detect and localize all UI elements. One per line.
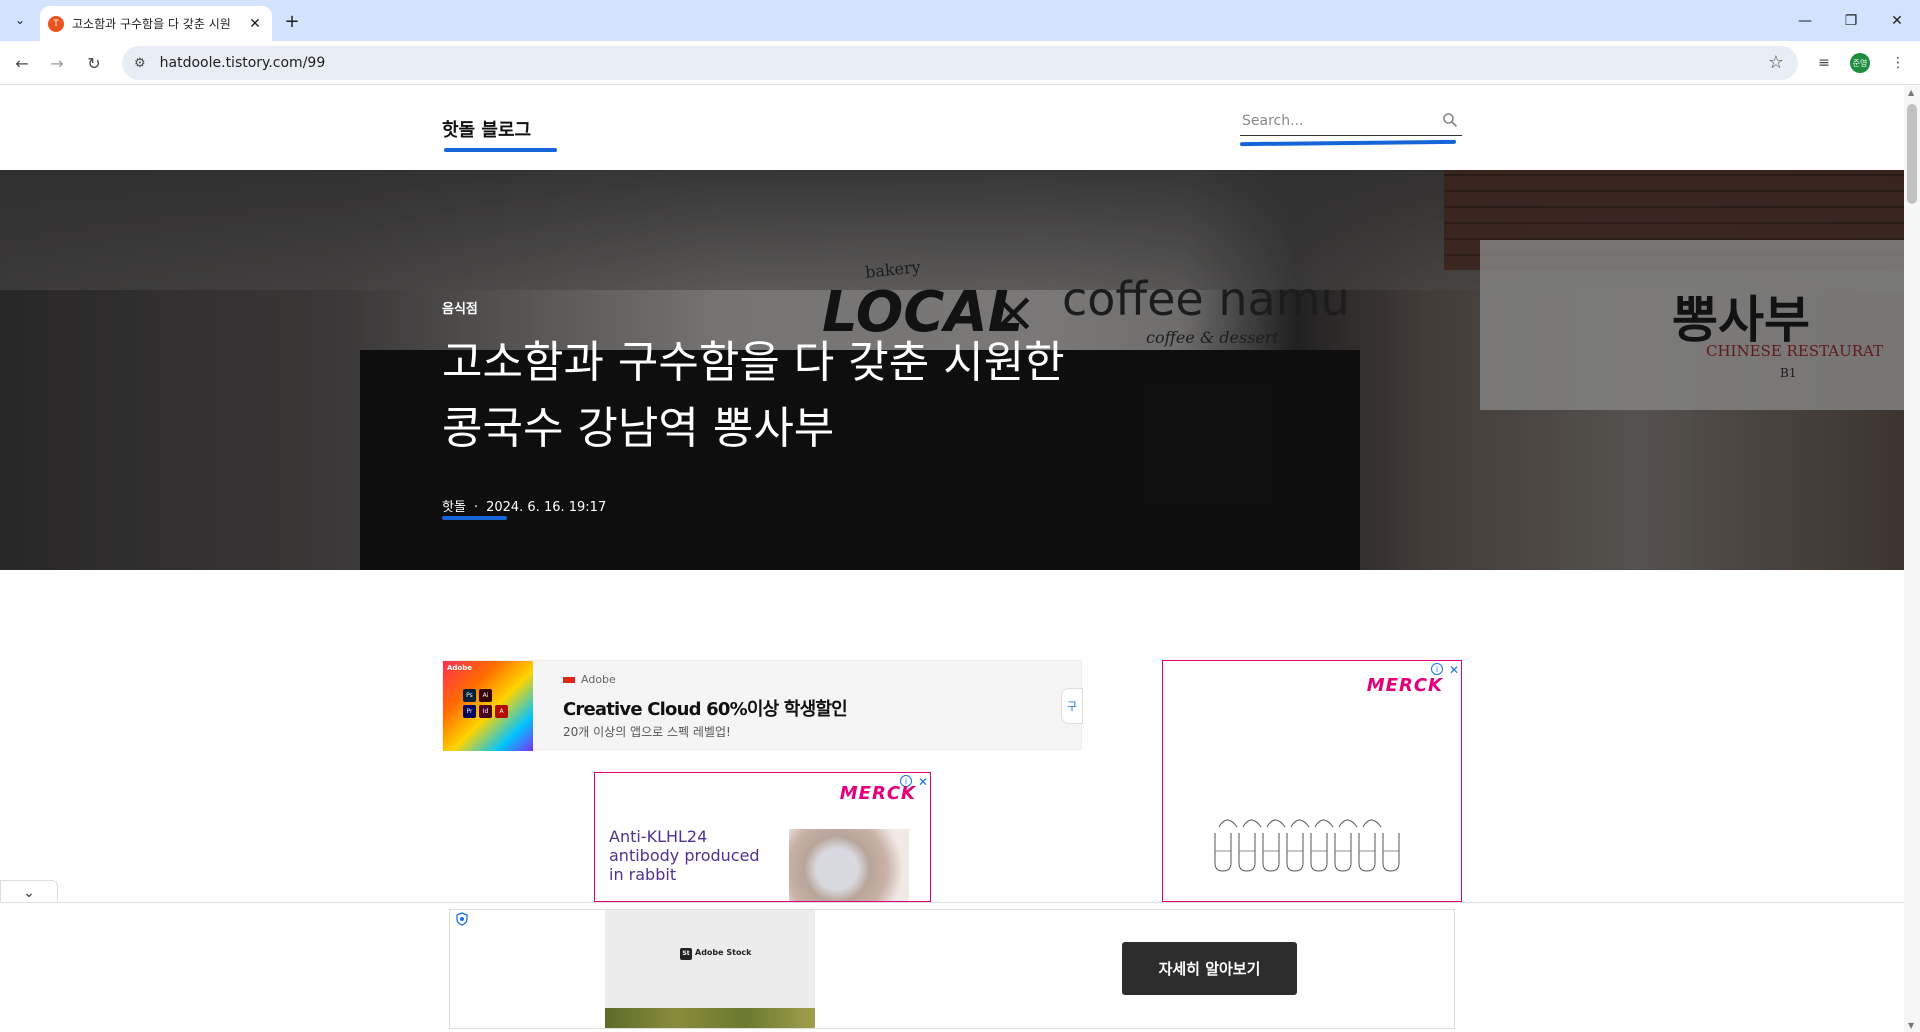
adobe-ad-image: Adobe Ps Ai Pr Id A (443, 661, 533, 751)
post-title: 고소함과 구수함을 다 갖춘 시원한 콩국수 강남역 뽕사부 (442, 330, 1162, 462)
avatar: 준영 (1850, 53, 1870, 73)
merck-ad-right[interactable]: i ✕ MERCK (1162, 660, 1462, 902)
minimize-icon[interactable]: — (1782, 0, 1828, 41)
adobe-stock-logo: St Adobe Stock (680, 948, 752, 960)
indesign-icon: Id (479, 705, 492, 718)
restore-icon[interactable]: ❐ (1828, 0, 1874, 41)
tab-search-button[interactable]: ⌄ (8, 8, 32, 32)
menu-kebab-icon[interactable]: ⋮ (1884, 49, 1912, 77)
adobe-stock-badge: St (680, 948, 692, 960)
address-bar[interactable]: ⚙ hatdoole.tistory.com/99 ☆ (122, 46, 1798, 80)
merck-logo: MERCK (1366, 675, 1443, 696)
post-meta: 핫돌 · 2024. 6. 16. 19:17 (442, 496, 606, 515)
adobe-stock-creative: St Adobe Stock (605, 910, 815, 1028)
learn-more-button[interactable]: 자세히 알아보기 (1122, 942, 1297, 995)
url-text[interactable]: hatdoole.tistory.com/99 (160, 55, 326, 71)
spacer-icon (495, 689, 508, 702)
adobe-ad-subtext: 20개 이상의 앱으로 스펙 레벨업! (563, 725, 731, 739)
search-form (1240, 108, 1462, 136)
adobe-stock-label: Adobe Stock (695, 948, 752, 957)
ad-close-icon[interactable]: ✕ (1449, 663, 1459, 677)
page-scrollbar[interactable]: ▲ ▼ (1904, 86, 1920, 1032)
tab-close-icon[interactable]: ✕ (246, 15, 264, 33)
meta-separator: · (473, 500, 479, 515)
dilution-tubes-illustration (1214, 819, 1400, 872)
tab-title: 고소함과 구수함을 다 갖춘 시원 (72, 17, 231, 31)
illustrator-icon: Ai (479, 689, 492, 702)
forward-icon[interactable]: → (43, 49, 71, 77)
adobe-mini-label: Adobe (447, 664, 472, 672)
site-info-icon[interactable]: ⚙ (134, 56, 146, 71)
profile-button[interactable]: 준영 (1846, 49, 1874, 77)
merck-ad-small[interactable]: i ✕ MERCK Anti-KLHL24 antibody produced … (594, 772, 931, 902)
adobe-ad-cta-button[interactable]: 구 (1061, 688, 1083, 724)
search-input[interactable] (1240, 108, 1430, 134)
blue-annotation-underline (442, 516, 507, 520)
blog-title-link[interactable]: 핫돌 블로그 (442, 116, 531, 142)
browser-tab[interactable]: T 고소함과 구수함을 다 갖춘 시원 ✕ (40, 6, 272, 41)
ad-shield-icon[interactable] (456, 912, 468, 926)
tistory-favicon-icon: T (48, 15, 64, 32)
adobe-brand-label: Adobe (563, 673, 616, 686)
post-category-link[interactable]: 음식점 (442, 298, 478, 317)
post-title-line: 고소함과 구수함을 다 갖춘 시원한 (442, 337, 1065, 388)
chevron-down-icon: ⌄ (23, 884, 35, 901)
new-tab-button[interactable]: + (280, 9, 304, 33)
media-controls-icon[interactable]: ≡ (1810, 49, 1838, 77)
merck-ad-tissue-image (789, 829, 909, 901)
collapse-ad-button[interactable]: ⌄ (0, 880, 58, 904)
browser-tab-bar: ⌄ T 고소함과 구수함을 다 갖춘 시원 ✕ + — ❐ ✕ (0, 0, 1920, 41)
ad-choices-icon[interactable]: i (1431, 663, 1443, 675)
browser-toolbar: ← → ↻ ⚙ hatdoole.tistory.com/99 ☆ ≡ 준영 ⋮ (0, 41, 1920, 85)
bookmark-star-icon[interactable]: ☆ (1768, 52, 1784, 73)
adobe-stock-ad[interactable]: St Adobe Stock 자세히 알아보기 (449, 909, 1455, 1029)
search-icon[interactable] (1442, 112, 1458, 128)
scroll-up-icon[interactable]: ▲ (1908, 88, 1914, 97)
scroll-thumb[interactable] (1907, 104, 1917, 204)
acrobat-icon: A (495, 705, 508, 718)
sticky-bottom-ad-bar: St Adobe Stock 자세히 알아보기 (0, 902, 1904, 1032)
scroll-down-icon[interactable]: ▼ (1908, 1021, 1914, 1030)
adobe-ad-banner[interactable]: Adobe Ps Ai Pr Id A Adobe Creative Cloud… (442, 660, 1083, 751)
adobe-stock-image-strip (605, 1008, 815, 1028)
photoshop-icon: Ps (463, 689, 476, 702)
merck-ad-text: Anti-KLHL24 antibody produced in rabbit (609, 827, 760, 884)
post-title-line: 콩국수 강남역 뽕사부 (442, 403, 835, 454)
post-date: 2024. 6. 16. 19:17 (486, 500, 607, 515)
post-hero: bakery LOCAL × coffee namu coffee & dess… (0, 170, 1904, 570)
adobe-app-icons: Ps Ai Pr Id A (463, 689, 508, 718)
adobe-ad-headline: Creative Cloud 60%이상 학생할인 (563, 699, 848, 720)
post-author-link[interactable]: 핫돌 (442, 500, 466, 515)
blog-header: 핫돌 블로그 (0, 86, 1904, 170)
reload-icon[interactable]: ↻ (80, 49, 108, 77)
back-icon[interactable]: ← (8, 49, 36, 77)
close-window-icon[interactable]: ✕ (1874, 0, 1920, 41)
blue-annotation-underline (444, 148, 557, 152)
ad-close-icon[interactable]: ✕ (918, 775, 928, 789)
blue-annotation-underline (1239, 139, 1457, 147)
merck-logo: MERCK (839, 783, 916, 804)
premiere-icon: Pr (463, 705, 476, 718)
